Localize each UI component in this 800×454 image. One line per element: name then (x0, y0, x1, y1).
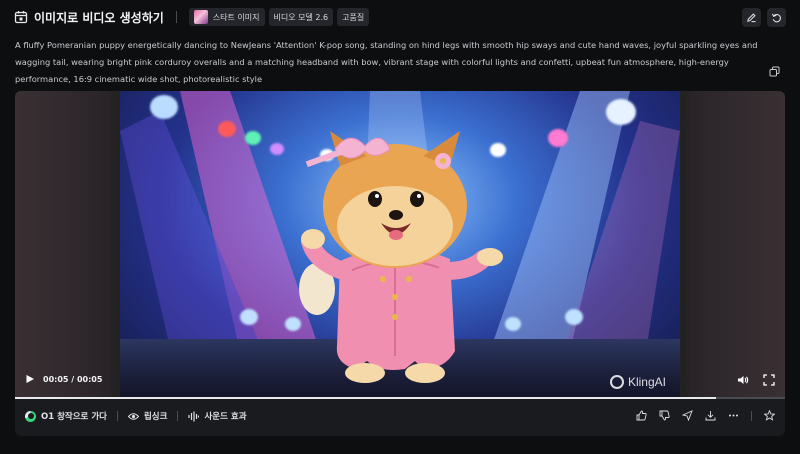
page-title: 이미지로 비디오 생성하기 (34, 10, 164, 25)
video-progress-fill (15, 397, 716, 399)
action-divider (116, 411, 118, 421)
calendar-icon (14, 11, 28, 24)
video-time: 00:05 / 00:05 (43, 374, 103, 384)
o1-icon (25, 410, 36, 422)
star-icon[interactable] (764, 410, 775, 421)
action-label: O1 창작으로 가다 (41, 412, 107, 422)
start-image-thumbnail (193, 10, 208, 24)
o1-create-button[interactable]: O1 창작으로 가다 (25, 410, 107, 422)
edit-button[interactable] (742, 8, 761, 27)
start-image-chip[interactable]: 스타트 이미지 (188, 8, 265, 26)
thumbs-up-icon[interactable] (636, 410, 647, 421)
stage-light (606, 99, 636, 125)
stage-light (240, 309, 258, 325)
klingai-watermark: KlingAI (609, 375, 666, 389)
send-icon[interactable] (682, 410, 693, 421)
edit-icon (747, 13, 756, 23)
eye-icon (127, 412, 139, 420)
chip-label: 비디오 모델 2.6 (273, 12, 329, 22)
video-frame: KlingAI (120, 91, 680, 399)
action-label: 립싱크 (143, 412, 168, 422)
more-icon[interactable] (728, 410, 739, 421)
download-icon[interactable] (705, 410, 716, 421)
undo-icon (771, 13, 781, 23)
volume-icon[interactable] (737, 374, 749, 386)
stage-light (245, 131, 261, 145)
stage-light (218, 121, 236, 137)
pomeranian-dog-image (299, 131, 503, 383)
stage-light (548, 129, 568, 147)
page-header: 이미지로 비디오 생성하기 스타트 이미지 비디오 모델 2.6 고품질 (0, 0, 800, 34)
klingai-logo-icon (609, 375, 624, 389)
video-progress-bar[interactable] (15, 397, 785, 399)
quality-chip[interactable]: 고품질 (337, 8, 370, 26)
video-model-chip[interactable]: 비디오 모델 2.6 (268, 8, 334, 26)
video-player[interactable]: KlingAI 00:05 / 00:05 (15, 91, 785, 399)
stage-light (270, 143, 284, 155)
fullscreen-icon[interactable] (763, 374, 775, 386)
copy-icon[interactable] (769, 66, 780, 77)
undo-button[interactable] (767, 8, 786, 27)
chip-label: 스타트 이미지 (212, 12, 260, 22)
play-icon[interactable] (25, 374, 35, 384)
header-divider (175, 11, 177, 23)
sound-icon (188, 411, 200, 421)
action-bar: O1 창작으로 가다 립싱크 사운드 효과 (15, 403, 785, 429)
chip-label: 고품질 (342, 12, 365, 22)
prompt-text: A fluffy Pomeranian puppy energetically … (15, 40, 758, 84)
stage-light (565, 309, 583, 325)
video-card: KlingAI 00:05 / 00:05 O1 창작으로 가다 립싱크 사운드… (15, 91, 785, 436)
sound-effect-button[interactable]: 사운드 효과 (188, 410, 247, 422)
stage-light (505, 317, 521, 331)
action-divider (177, 411, 179, 421)
lipsync-button[interactable]: 립싱크 (127, 410, 168, 422)
action-label: 사운드 효과 (204, 412, 247, 422)
action-divider (751, 410, 752, 421)
stage-light (150, 95, 178, 119)
thumbs-down-icon[interactable] (659, 410, 670, 421)
watermark-text: KlingAI (627, 375, 666, 389)
